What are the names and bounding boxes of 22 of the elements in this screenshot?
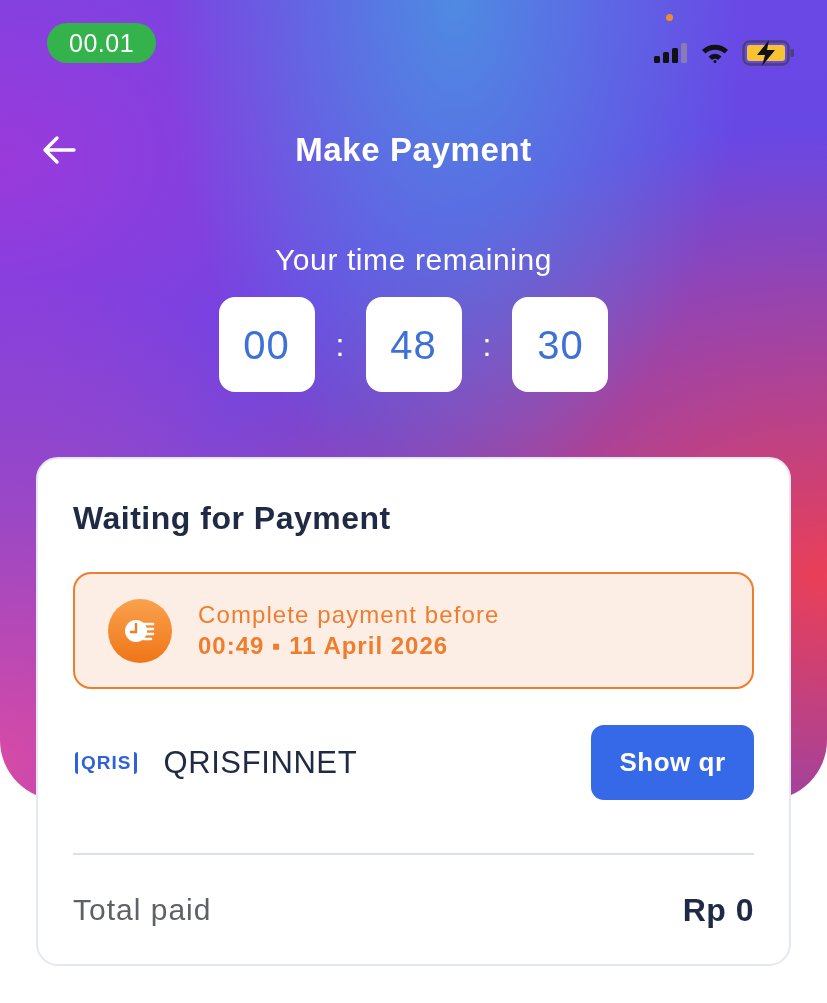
countdown-digit-box: 30 (512, 297, 609, 392)
qris-logo: QRIS (75, 751, 138, 774)
back-button[interactable] (42, 135, 76, 165)
signal-icon (654, 43, 688, 63)
countdown-label: Your time remaining (274, 242, 553, 278)
total-label: Total paid (73, 892, 212, 928)
page-title: Make Payment (295, 130, 532, 170)
show-qr-button[interactable]: Show qr (591, 725, 754, 800)
privacy-indicator-icon (666, 14, 673, 21)
payment-method-name: QRISFINNET (163, 744, 359, 781)
clock-icon (108, 598, 172, 663)
card-title: Waiting for Payment (73, 499, 391, 537)
countdown-separator: : (482, 326, 492, 363)
wifi-icon (701, 43, 729, 63)
countdown-digit-box: 00 (218, 297, 315, 392)
countdown-digit-box: 48 (365, 297, 462, 392)
total-amount: Rp 0 (682, 892, 754, 928)
deadline-text: 00:49 ▪ 11 April 2026 (198, 630, 450, 661)
notice-label: Complete payment before (198, 599, 500, 630)
back-arrow-icon (42, 135, 76, 165)
countdown-separator: : (335, 326, 345, 363)
status-time: 00.01 (47, 23, 157, 63)
